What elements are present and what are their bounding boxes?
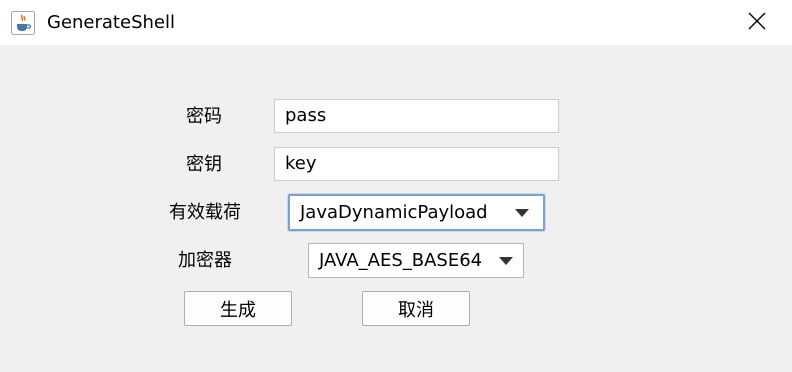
close-button[interactable] xyxy=(734,0,780,45)
cancel-button[interactable]: 取消 xyxy=(362,291,470,326)
generate-button[interactable]: 生成 xyxy=(184,291,292,326)
java-cup-icon xyxy=(11,11,35,35)
payload-selected-value: JavaDynamicPayload xyxy=(300,202,488,223)
cryption-label: 加密器 xyxy=(178,250,232,271)
window-title: GenerateShell xyxy=(47,12,175,33)
secret-key-field[interactable]: key xyxy=(274,147,559,181)
password-field[interactable]: pass xyxy=(274,99,559,133)
generate-shell-dialog: GenerateShell 密码 pass 密钥 key 有效载荷 JavaDy… xyxy=(0,0,792,372)
cryption-select[interactable]: JAVA_AES_BASE64 xyxy=(308,243,524,278)
chevron-down-icon[interactable] xyxy=(491,244,521,277)
close-icon xyxy=(748,12,766,34)
cryption-selected-value: JAVA_AES_BASE64 xyxy=(319,250,483,271)
title-bar: GenerateShell xyxy=(0,0,792,45)
payload-select[interactable]: JavaDynamicPayload xyxy=(288,194,545,231)
password-label: 密码 xyxy=(186,106,222,127)
chevron-down-icon[interactable] xyxy=(507,196,537,229)
payload-label: 有效载荷 xyxy=(169,202,241,223)
secret-key-label: 密钥 xyxy=(186,154,222,175)
